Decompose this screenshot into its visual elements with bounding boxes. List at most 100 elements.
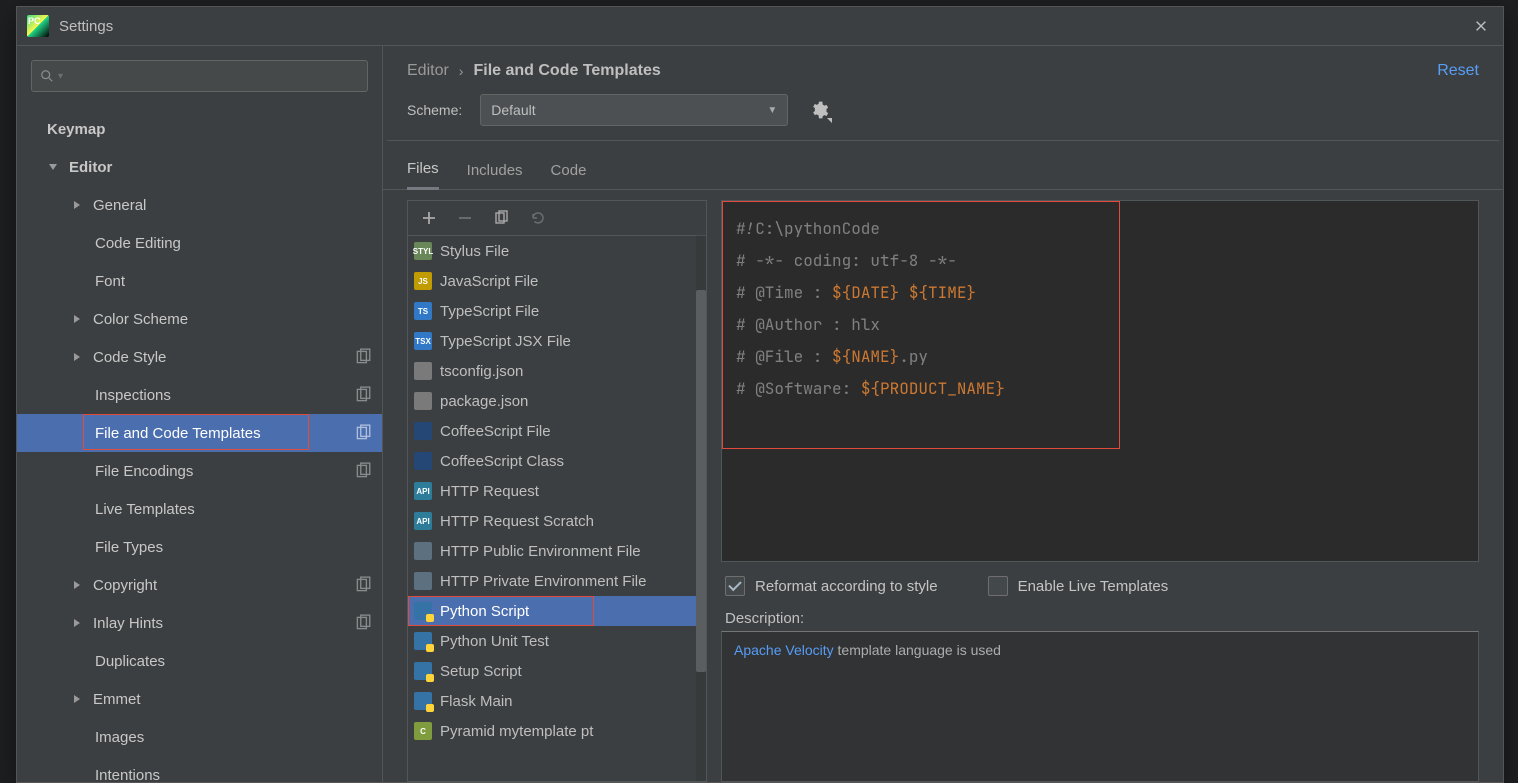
template-item-javascript-file[interactable]: JSJavaScript File [408, 266, 706, 296]
template-item-label: Flask Main [440, 693, 513, 710]
sidebar-item-label: File Encodings [95, 463, 193, 480]
sidebar-item-label: General [93, 197, 146, 214]
sidebar-item-label: File and Code Templates [95, 425, 261, 442]
sidebar-item-color-scheme[interactable]: Color Scheme [17, 300, 382, 338]
settings-tree[interactable]: Keymap Editor General Code EditingFont Color… [17, 102, 382, 782]
template-item-label: Setup Script [440, 663, 522, 680]
template-item-label: CoffeeScript Class [440, 453, 564, 470]
template-item-coffeescript-class[interactable]: CoffeeScript Class [408, 446, 706, 476]
scheme-value: Default [491, 102, 535, 118]
template-item-label: JavaScript File [440, 273, 538, 290]
file-type-py-icon [414, 662, 432, 680]
scheme-label: Scheme: [407, 102, 462, 118]
file-type-json-icon [414, 392, 432, 410]
file-type-styl-icon: STYL [414, 242, 432, 260]
file-type-api-icon: API [414, 512, 432, 530]
template-list-panel: STYL Stylus File JSJavaScript File TS TypeSc… [407, 200, 707, 782]
sidebar-item-live-templates[interactable]: Live Templates [17, 490, 382, 528]
sidebar-item-code-style[interactable]: Code Style [17, 338, 382, 376]
sidebar-item-emmet[interactable]: Emmet [17, 680, 382, 718]
template-item-package-json[interactable]: package.json [408, 386, 706, 416]
template-editor[interactable]: #!C:\pythonCode # -*- coding: utf-8 -*- … [721, 200, 1479, 562]
add-button[interactable] [418, 207, 440, 229]
sidebar-item-file-encodings[interactable]: File Encodings [17, 452, 382, 490]
sidebar-item-images[interactable]: Images [17, 718, 382, 756]
template-item-python-script[interactable]: Python Script [408, 596, 706, 626]
tab-files[interactable]: Files [407, 160, 439, 190]
file-type-py-icon [414, 692, 432, 710]
sidebar-item-font[interactable]: Font [17, 262, 382, 300]
chevron-right-icon [69, 349, 85, 365]
copy-button[interactable] [490, 207, 512, 229]
sidebar-item-editor[interactable]: Editor [17, 148, 382, 186]
template-item-http-request-scratch[interactable]: APIHTTP Request Scratch [408, 506, 706, 536]
tab-includes[interactable]: Includes [467, 162, 523, 189]
template-item-coffeescript-file[interactable]: CoffeeScript File [408, 416, 706, 446]
file-type-http-icon [414, 572, 432, 590]
file-type-http-icon [414, 542, 432, 560]
sidebar-item-label: Copyright [93, 577, 157, 594]
tab-code[interactable]: Code [551, 162, 587, 189]
chevron-down-icon [45, 159, 61, 175]
template-item-label: TypeScript File [440, 303, 539, 320]
reset-button[interactable]: Reset [1437, 62, 1479, 80]
template-item-label: HTTP Public Environment File [440, 543, 641, 560]
breadcrumb-root[interactable]: Editor [407, 62, 449, 80]
chevron-right-icon [69, 615, 85, 631]
sidebar-item-intentions[interactable]: Intentions [17, 756, 382, 782]
sidebar-item-label: Keymap [47, 121, 105, 138]
sidebar-item-copyright[interactable]: Copyright [17, 566, 382, 604]
search-input[interactable]: ▾ [31, 60, 368, 92]
reformat-checkbox[interactable]: Reformat according to style [725, 576, 938, 596]
sidebar-item-duplicates[interactable]: Duplicates [17, 642, 382, 680]
sidebar-item-general[interactable]: General [17, 186, 382, 224]
sidebar-item-label: Images [95, 729, 144, 746]
template-item-flask-main[interactable]: Flask Main [408, 686, 706, 716]
sidebar-item-inlay-hints[interactable]: Inlay Hints [17, 604, 382, 642]
template-item-tsconfig-json[interactable]: tsconfig.json [408, 356, 706, 386]
file-type-ts-icon: TS [414, 302, 432, 320]
description-label: Description: [721, 600, 1479, 631]
sidebar-item-inspections[interactable]: Inspections [17, 376, 382, 414]
file-type-coffee-icon [414, 422, 432, 440]
gear-icon[interactable] [808, 99, 830, 121]
titlebar: Settings [17, 7, 1503, 46]
template-item-typescript-file[interactable]: TS TypeScript File [408, 296, 706, 326]
template-tabs: Files Includes Code [383, 141, 1503, 190]
template-item-typescript-jsx-file[interactable]: TSXTypeScript JSX File [408, 326, 706, 356]
template-item-label: Stylus File [440, 243, 509, 260]
close-icon[interactable] [1469, 14, 1493, 38]
remove-button[interactable] [454, 207, 476, 229]
template-item-pyramid-mytemplate-pt[interactable]: CPyramid mytemplate pt [408, 716, 706, 746]
apache-velocity-link[interactable]: Apache Velocity [734, 642, 834, 658]
sidebar-item-file-types[interactable]: File Types [17, 528, 382, 566]
chevron-right-icon [69, 311, 85, 327]
scheme-select[interactable]: Default ▼ [480, 94, 788, 126]
file-type-api-icon: API [414, 482, 432, 500]
template-item-label: HTTP Request [440, 483, 539, 500]
revert-button[interactable] [526, 207, 548, 229]
file-type-coffee-icon [414, 452, 432, 470]
template-item-label: HTTP Private Environment File [440, 573, 646, 590]
template-item-setup-script[interactable]: Setup Script [408, 656, 706, 686]
template-item-python-unit-test[interactable]: Python Unit Test [408, 626, 706, 656]
sidebar-item-keymap[interactable]: Keymap [17, 110, 382, 148]
file-type-c-icon: C [414, 722, 432, 740]
template-item-stylus-file[interactable]: STYL Stylus File [408, 236, 706, 266]
template-item-http-request[interactable]: API HTTP Request [408, 476, 706, 506]
template-scrollbar[interactable] [696, 235, 706, 781]
sidebar-item-code-editing[interactable]: Code Editing [17, 224, 382, 262]
template-item-http-public-environment-file[interactable]: HTTP Public Environment File [408, 536, 706, 566]
sidebar-item-label: Emmet [93, 691, 141, 708]
template-list[interactable]: STYL Stylus File JSJavaScript File TS TypeSc… [408, 236, 706, 781]
file-type-py-icon [414, 602, 432, 620]
sidebar-item-label: Inspections [95, 387, 171, 404]
sidebar-item-file-and-code-templates[interactable]: File and Code Templates [17, 414, 382, 452]
sidebar-item-label: Intentions [95, 767, 160, 783]
sidebar-item-label: Editor [69, 159, 112, 176]
live-templates-checkbox[interactable]: Enable Live Templates [988, 576, 1169, 596]
template-item-label: Python Script [440, 603, 529, 620]
settings-sidebar: ▾ Keymap Editor General Code EditingFont Col… [17, 46, 383, 782]
template-item-http-private-environment-file[interactable]: HTTP Private Environment File [408, 566, 706, 596]
sidebar-item-label: Color Scheme [93, 311, 188, 328]
